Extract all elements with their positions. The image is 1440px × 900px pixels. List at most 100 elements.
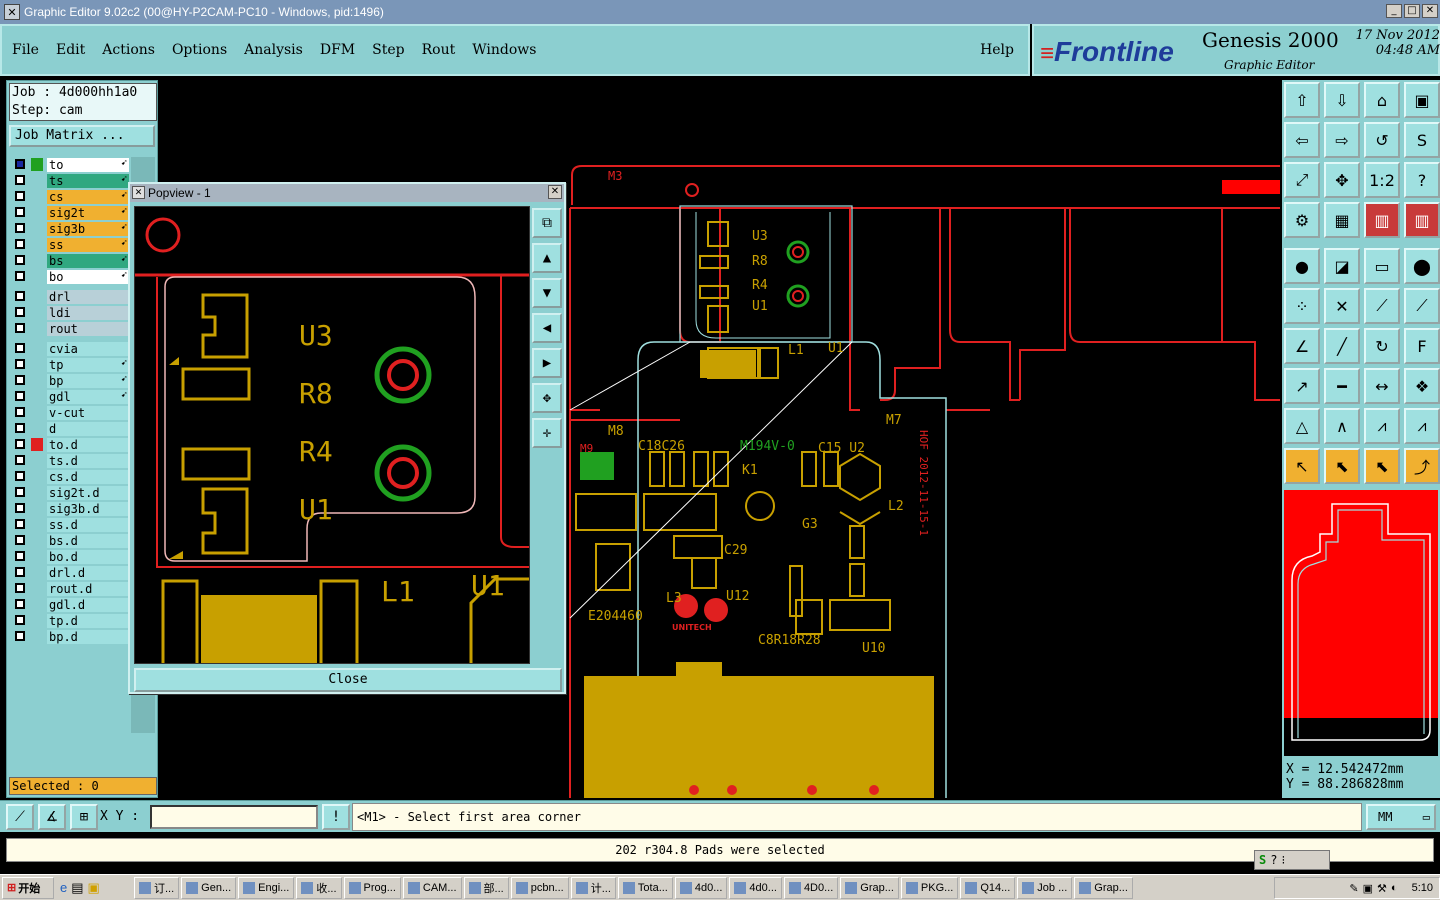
layer-checkbox[interactable] <box>15 439 25 449</box>
layer-checkbox[interactable] <box>15 423 25 433</box>
menu-help[interactable]: Help <box>980 42 1014 58</box>
pad-icon[interactable]: ⬤ <box>1404 248 1440 284</box>
layer-row-to[interactable]: to ➹ <box>9 157 129 173</box>
menu-options[interactable]: Options <box>172 42 227 58</box>
taskbar-task[interactable]: Engi... <box>238 876 295 899</box>
layer-row-rout.d[interactable]: rout.d <box>9 581 129 597</box>
popview-zoom-window-icon[interactable]: ⧉ <box>532 208 562 238</box>
line-node-icon[interactable]: ⟋ <box>1364 288 1400 324</box>
layer-name[interactable]: bs.d <box>47 534 129 548</box>
layer-name[interactable]: tp.d <box>47 614 129 628</box>
layer-checkbox[interactable] <box>15 239 25 249</box>
text-icon[interactable]: F <box>1404 328 1440 364</box>
layer-row-tp.d[interactable]: tp.d <box>9 613 129 629</box>
layer-checkbox[interactable] <box>15 487 25 497</box>
layer-checkbox[interactable] <box>15 455 25 465</box>
layer-row-cs[interactable]: cs ➹ <box>9 189 129 205</box>
layer-row-sig2t[interactable]: sig2t ➹ <box>9 205 129 221</box>
layer-name[interactable]: ldi <box>47 306 129 320</box>
peak-blue-icon[interactable]: ⩘ <box>1404 408 1440 444</box>
measure-icon[interactable]: ⚙ <box>1284 202 1320 238</box>
cross-icon[interactable]: ✕ <box>1324 288 1360 324</box>
taskbar-task[interactable]: Tota... <box>617 876 673 899</box>
layer-name[interactable]: sig2t <box>47 206 129 220</box>
layer-name[interactable]: bs <box>47 254 129 268</box>
select-area-icon[interactable]: ⬉ <box>1364 448 1400 484</box>
layer-affected-marker[interactable] <box>31 422 43 435</box>
explorer-icon[interactable]: ▤ <box>71 880 83 896</box>
taskbar-task[interactable]: 部... <box>463 876 509 899</box>
layer-checkbox[interactable] <box>15 519 25 529</box>
layer-row-sig2t.d[interactable]: sig2t.d <box>9 485 129 501</box>
menu-windows[interactable]: Windows <box>472 42 536 58</box>
tray-tools-icon[interactable]: ⚒ <box>1377 882 1387 895</box>
pad-add-icon[interactable]: ● <box>1284 248 1320 284</box>
layer-name[interactable]: bo.d <box>47 550 129 564</box>
popview-pan-left-icon[interactable]: ◀ <box>532 313 562 343</box>
layer-affected-marker[interactable] <box>31 470 43 483</box>
layer-checkbox[interactable] <box>15 307 25 317</box>
popview-pan-up-icon[interactable]: ▲ <box>532 243 562 273</box>
arc-icon[interactable]: ↻ <box>1364 328 1400 364</box>
menu-edit[interactable]: Edit <box>56 42 85 58</box>
peak-icon[interactable]: ∧ <box>1324 408 1360 444</box>
layer-name[interactable]: bo <box>47 270 129 284</box>
layer-row-bp[interactable]: bp ➹ <box>9 373 129 389</box>
layer-row-drl.d[interactable]: drl.d <box>9 565 129 581</box>
home-icon[interactable]: ⌂ <box>1364 82 1400 118</box>
home-down-icon[interactable]: ⇩ <box>1324 82 1360 118</box>
layer-affected-marker[interactable] <box>31 290 43 303</box>
angle-icon[interactable]: ∠ <box>1284 328 1320 364</box>
popview-zoom-out-icon[interactable]: ✥ <box>532 383 562 413</box>
taskbar-task[interactable]: Prog... <box>343 876 401 899</box>
layer-checkbox[interactable] <box>15 631 25 641</box>
snap-mode-icon[interactable]: ⟋ <box>6 804 34 830</box>
taskbar-task[interactable]: CAM... <box>402 876 462 899</box>
layer-row-bp.d[interactable]: bp.d <box>9 629 129 645</box>
layer-name[interactable]: cs <box>47 190 129 204</box>
layer-row-gdl[interactable]: gdl ➹ <box>9 389 129 405</box>
layer-name[interactable]: to <box>47 158 129 172</box>
layer-row-drl[interactable]: drl <box>9 289 129 305</box>
layer-row-v-cut[interactable]: v-cut <box>9 405 129 421</box>
taskbar-task[interactable]: 订... <box>134 876 180 899</box>
popview-canvas[interactable]: U3 R8 R4 U1 L1 U1 <box>134 206 530 664</box>
layer-affected-marker[interactable] <box>31 238 43 251</box>
layer-row-tp[interactable]: tp ➹ <box>9 357 129 373</box>
ime-help-icon[interactable]: ? <box>1270 853 1277 867</box>
layer-affected-marker[interactable] <box>31 566 43 579</box>
layer-affected-marker[interactable] <box>31 438 43 451</box>
pan-right-icon[interactable]: ⇨ <box>1324 122 1360 158</box>
layer-name[interactable]: v-cut <box>47 406 129 420</box>
move-icon[interactable]: ↗ <box>1284 368 1320 404</box>
taskbar-task[interactable]: Gen... <box>181 876 237 899</box>
layer-name[interactable]: sig3b <box>47 222 129 236</box>
layer-row-d[interactable]: d <box>9 421 129 437</box>
popview-close-icon[interactable]: ✕ <box>548 185 562 199</box>
layer-name[interactable]: ss <box>47 238 129 252</box>
layer-toggle-2-icon[interactable]: ▥ <box>1404 202 1440 238</box>
layer-affected-marker[interactable] <box>31 358 43 371</box>
exclamation-icon[interactable]: ! <box>322 804 350 830</box>
xy-input[interactable] <box>150 805 318 829</box>
dash-icon[interactable]: ━ <box>1324 368 1360 404</box>
layer-affected-marker[interactable] <box>31 406 43 419</box>
taskbar-task[interactable]: 4D0... <box>783 876 839 899</box>
popview-pan-right-icon[interactable]: ▶ <box>532 348 562 378</box>
tray-volume-icon[interactable]: ◐ <box>1391 882 1398 894</box>
layer-name[interactable]: gdl.d <box>47 598 129 612</box>
maximize-button[interactable]: □ <box>1404 4 1420 18</box>
layer-affected-marker[interactable] <box>31 598 43 611</box>
layer-row-bs[interactable]: bs ➹ <box>9 253 129 269</box>
layer-name[interactable]: ss.d <box>47 518 129 532</box>
layer-name[interactable]: sig3b.d <box>47 502 129 516</box>
layer-row-bs.d[interactable]: bs.d <box>9 533 129 549</box>
layer-name[interactable]: d <box>47 422 129 436</box>
close-window-button[interactable]: ✕ <box>1422 4 1438 18</box>
layer-checkbox[interactable] <box>15 535 25 545</box>
taskbar-task[interactable]: Q14... <box>960 876 1016 899</box>
layer-affected-marker[interactable] <box>31 254 43 267</box>
scale-1-2-icon[interactable]: 1:2 <box>1364 162 1400 198</box>
layer-row-bo[interactable]: bo ➹ <box>9 269 129 285</box>
pan-left-icon[interactable]: ⇦ <box>1284 122 1320 158</box>
